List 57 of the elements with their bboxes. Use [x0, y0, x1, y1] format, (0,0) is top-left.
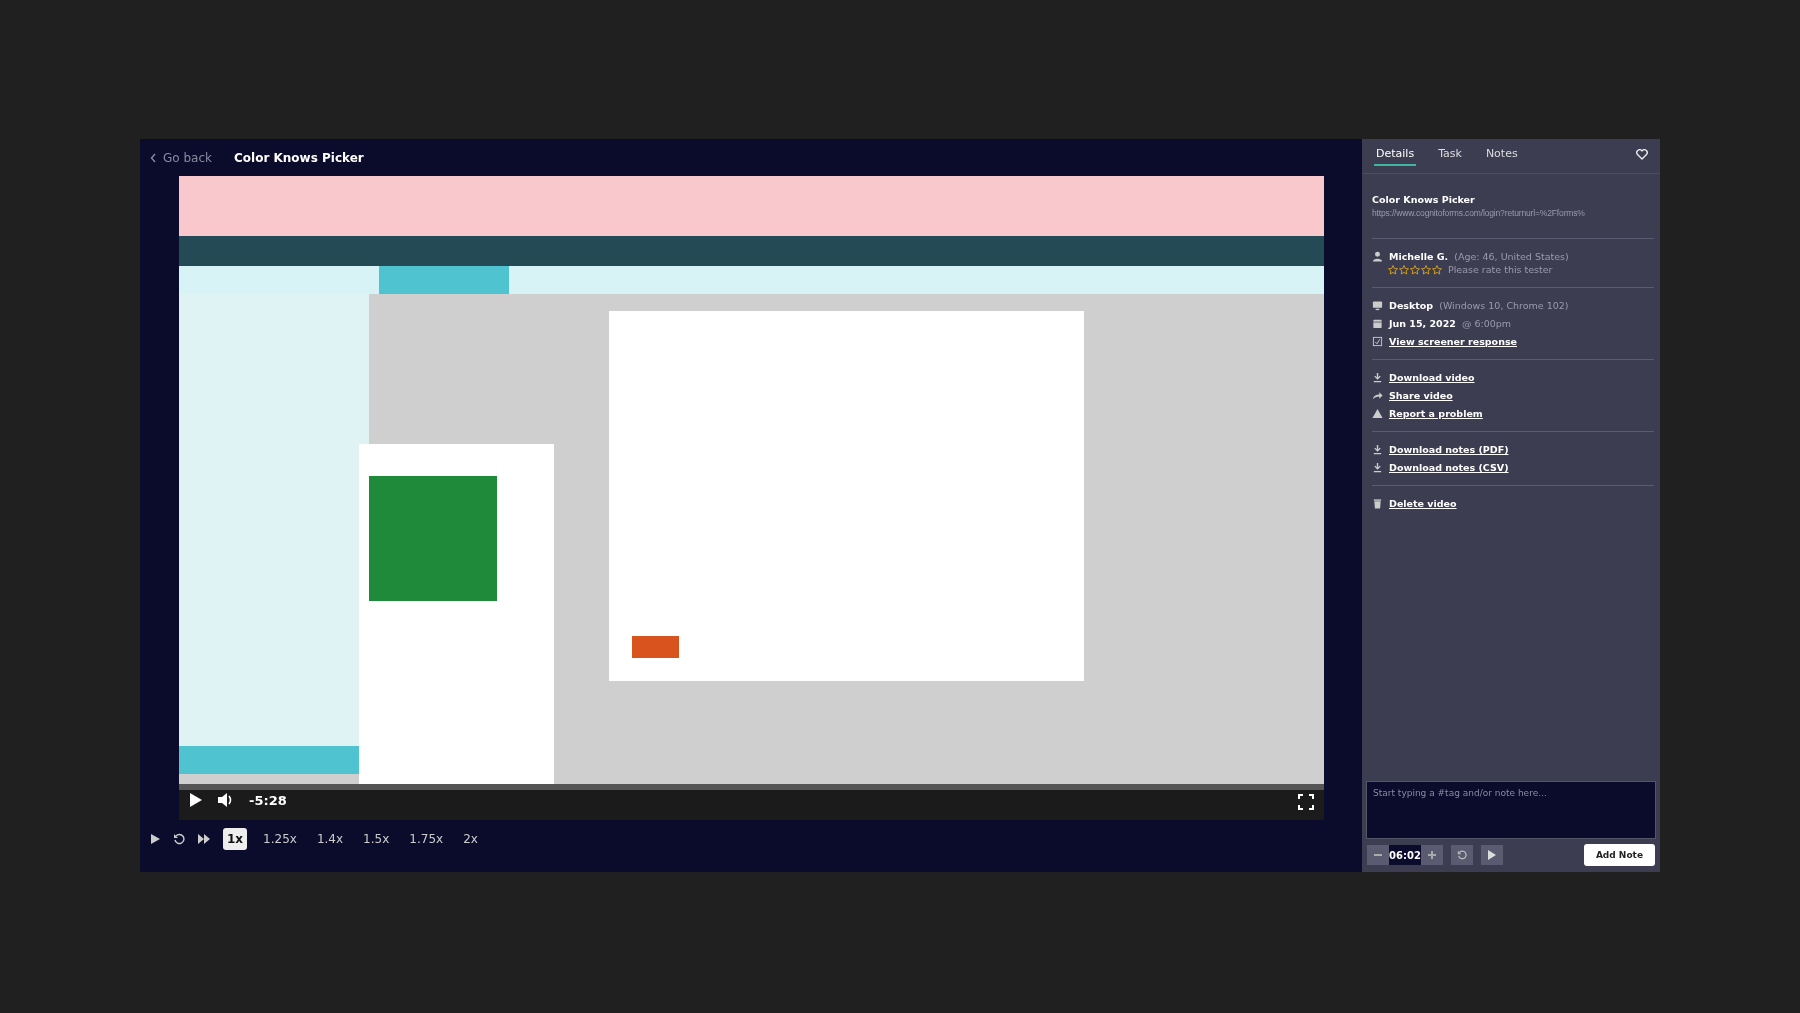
play-icon — [1488, 850, 1496, 860]
increment-button[interactable] — [1421, 845, 1443, 865]
note-field[interactable]: Start typing a #tag and/or note here... — [1366, 781, 1656, 839]
action-link[interactable]: Report a problem — [1389, 408, 1483, 419]
speed-button[interactable]: 1.5x — [359, 828, 394, 850]
checkbox-icon — [1372, 336, 1383, 347]
video-title: Color Knows Picker — [234, 150, 364, 165]
speed-button[interactable]: 2x — [459, 828, 482, 850]
person-icon — [1372, 251, 1383, 262]
delete-link[interactable]: Delete video — [1389, 498, 1457, 509]
screener-link[interactable]: View screener response — [1389, 336, 1517, 347]
fullscreen-icon[interactable] — [1298, 794, 1314, 810]
rating-hint: Please rate this tester — [1448, 264, 1553, 275]
speed-button[interactable]: 1x — [223, 828, 248, 850]
panel-tab[interactable]: Details — [1374, 147, 1417, 166]
fast-forward-icon[interactable] — [197, 833, 211, 845]
panel-tab[interactable]: Task — [1436, 147, 1464, 166]
replay-icon — [1457, 850, 1467, 860]
replay-icon[interactable] — [173, 833, 185, 845]
play-icon[interactable] — [189, 792, 203, 808]
download-notes-link[interactable]: Download notes (CSV) — [1389, 462, 1509, 473]
add-note-button[interactable]: Add Note — [1583, 844, 1655, 866]
tester-info: (Age: 46, United States) — [1454, 251, 1569, 262]
action-link[interactable]: Share video — [1389, 390, 1453, 401]
action-link[interactable]: Download video — [1389, 372, 1475, 383]
speed-button[interactable]: 1.4x — [312, 828, 348, 850]
download-notes-link[interactable]: Download notes (PDF) — [1389, 444, 1509, 455]
panel-tab[interactable]: Notes — [1483, 147, 1520, 166]
chevron-left-icon — [150, 152, 157, 163]
speed-button[interactable]: 1.25x — [259, 828, 301, 850]
study-title: Color Knows Picker — [1372, 194, 1476, 205]
remaining-time: -5:28 — [249, 792, 287, 808]
plus-icon — [1428, 851, 1436, 859]
play-icon[interactable] — [150, 833, 161, 845]
warning-icon — [1372, 408, 1383, 419]
device-name: Desktop — [1389, 300, 1434, 311]
share-icon — [1372, 390, 1383, 401]
star-rating[interactable] — [1388, 264, 1442, 275]
decrement-button[interactable] — [1367, 845, 1389, 865]
heart-icon[interactable] — [1636, 149, 1648, 160]
device-info: (Windows 10, Chrome 102) — [1439, 300, 1569, 311]
replay-button[interactable] — [1451, 845, 1473, 865]
timestamp-field[interactable]: 06:02 — [1389, 845, 1421, 865]
download-icon — [1372, 462, 1383, 473]
minus-icon — [1374, 854, 1382, 856]
download-icon — [1372, 372, 1383, 383]
session-date: Jun 15, 2022 — [1389, 318, 1456, 329]
trash-icon — [1372, 498, 1383, 509]
play-button[interactable] — [1481, 845, 1503, 865]
back-link[interactable]: Go back — [150, 150, 212, 165]
download-icon — [1372, 444, 1383, 455]
tester-name: Michelle G. — [1389, 251, 1449, 262]
study-url: https://www.cognitoforms.com/login?returnurl=%2Fforms% — [1372, 208, 1585, 218]
calendar-icon — [1372, 318, 1383, 329]
speed-button[interactable]: 1.75x — [405, 828, 448, 850]
session-time: @ 6:00pm — [1461, 318, 1512, 329]
monitor-icon — [1372, 300, 1383, 311]
